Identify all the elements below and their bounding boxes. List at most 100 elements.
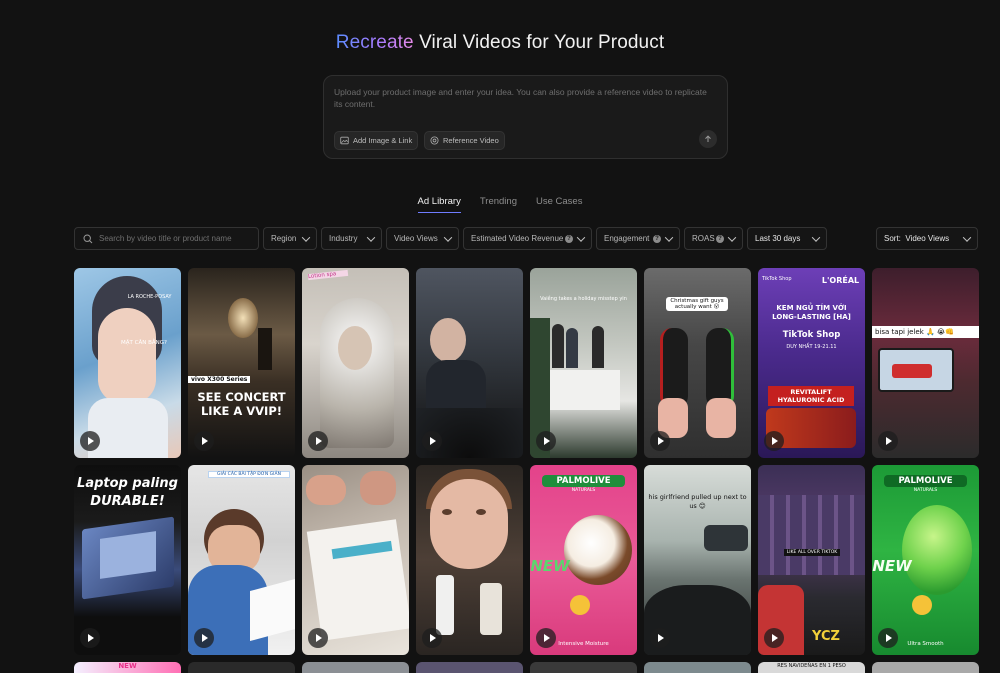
at-icon [430,136,439,145]
sub-text: NATURALS [571,488,596,493]
play-icon[interactable] [194,431,214,451]
tab-trending[interactable]: Trending [480,196,517,213]
play-icon[interactable] [764,431,784,451]
brand-text: LA ROCHE-POSAY [127,294,172,300]
video-views-dropdown[interactable]: Video Views [386,227,459,250]
info-icon[interactable]: ? [653,234,661,243]
info-icon[interactable]: ? [716,234,724,243]
estimated-revenue-dropdown[interactable]: Estimated Video Revenue? [463,227,592,250]
play-icon[interactable] [650,431,670,451]
reference-video-label: Reference Video [443,136,499,145]
search-icon [83,233,93,243]
industry-label: Industry [329,234,358,243]
chevron-down-icon [301,232,311,242]
image-icon [340,136,349,145]
video-card[interactable]: LIKE ALL OVER TIKTOK YCZ [758,465,865,655]
overlay-text: RES NAVIDEÑAS EN 1 PESO [777,663,846,669]
engagement-label: Engagement [604,234,650,243]
video-card[interactable]: his girlfriend pulled up next to us 😊 [644,465,751,655]
sort-text: Sort: Video Views [884,234,949,243]
play-icon[interactable] [422,431,442,451]
sort-dropdown[interactable]: Sort: Video Views [876,227,978,250]
send-button[interactable] [699,130,717,148]
video-card[interactable]: LA ROCHE-POSAY MẶT CÂN BẰNG? [74,268,181,458]
overlay-text: MẶT CÂN BẰNG? [121,340,167,346]
brand-text: PALMOLIVE [884,475,967,487]
industry-dropdown[interactable]: Industry [321,227,382,250]
overlay-text: SEE CONCERT LIKE A VVIP! [197,390,286,418]
video-card[interactable]: bisa tapi jelek 🙏 😭👊 [872,268,979,458]
chevron-down-icon [664,232,674,242]
play-icon[interactable] [536,431,556,451]
overlay-text: his girlfriend pulled up next to us 😊 [648,493,747,510]
video-card[interactable]: TikTok Shop L'ORÉAL KEM NGỦ TÍM VỚI LONG… [758,268,865,458]
search-placeholder: Search by video title or product name [99,234,232,243]
video-card-partial[interactable] [188,662,295,673]
play-icon[interactable] [878,431,898,451]
date-text: DUY NHẤT 19-21.11 [786,344,837,350]
video-card-partial[interactable] [530,662,637,673]
info-icon[interactable]: ? [565,234,573,243]
play-icon[interactable] [194,628,214,648]
video-card[interactable]: vivo X300 Series SEE CONCERT LIKE A VVIP… [188,268,295,458]
engagement-dropdown[interactable]: Engagement? [596,227,680,250]
video-card-partial[interactable] [872,662,979,673]
play-icon[interactable] [308,431,328,451]
play-icon[interactable] [422,628,442,648]
search-input[interactable]: Search by video title or product name [74,227,259,250]
add-image-label: Add Image & Link [353,136,413,145]
library-tabs: Ad Library Trending Use Cases [0,196,1000,213]
chevron-down-icon [366,232,376,242]
estimated-revenue-label: Estimated Video Revenue [471,234,564,243]
video-card-partial[interactable] [416,662,523,673]
chevron-down-icon [727,232,737,242]
play-icon[interactable] [878,628,898,648]
prompt-textarea[interactable]: Upload your product image and enter your… [334,86,714,110]
video-card[interactable]: Laptop paling DURABLE! [74,465,181,655]
video-card[interactable] [416,268,523,458]
video-card-partial[interactable] [644,662,751,673]
overlay-text: NEW [530,557,570,575]
chevron-down-icon [962,232,972,242]
video-card[interactable]: Lotion spa [302,268,409,458]
video-card[interactable] [416,465,523,655]
play-icon[interactable] [308,628,328,648]
video-card[interactable]: GIẢI CÁC BÀI TẬP ĐƠN GIẢN [188,465,295,655]
video-card[interactable]: Christmas gift guys actually want 😮 [644,268,751,458]
date-range-label: Last 30 days [755,234,801,243]
filter-bar: Search by video title or product name Re… [74,227,978,250]
sort-label: Sort: [884,234,901,243]
region-dropdown[interactable]: Region [263,227,317,250]
add-image-button[interactable]: Add Image & Link [334,131,419,150]
title-rest: Viral Videos for Your Product [413,32,665,53]
tab-ad-library[interactable]: Ad Library [417,196,461,213]
tab-use-cases[interactable]: Use Cases [536,196,582,213]
play-icon[interactable] [764,628,784,648]
video-card[interactable]: PALMOLIVE NATURALS NEW Ultra Smooth [872,465,979,655]
tiktok-shop-text: TikTok Shop [782,330,841,340]
video-card-partial[interactable]: RES NAVIDEÑAS EN 1 PESO [758,662,865,673]
prompt-input-box[interactable]: Upload your product image and enter your… [323,75,728,159]
play-icon[interactable] [536,628,556,648]
video-card[interactable]: PALMOLIVE NATURALS NEW Intensive Moistur… [530,465,637,655]
shop-badge: TikTok Shop [762,276,792,282]
video-card[interactable] [302,465,409,655]
roas-dropdown[interactable]: ROAS? [684,227,743,250]
play-icon[interactable] [650,628,670,648]
sort-value: Video Views [905,234,950,243]
video-card[interactable]: Vaiềng takes a holiday misstep yin [530,268,637,458]
chevron-down-icon [443,232,453,242]
reference-video-button[interactable]: Reference Video [424,131,505,150]
play-icon[interactable] [80,431,100,451]
overlay-text: Lotion spa [307,269,349,281]
date-range-dropdown[interactable]: Last 30 days [747,227,827,250]
video-views-label: Video Views [394,234,438,243]
region-label: Region [271,234,297,243]
video-card-partial[interactable]: NEW [74,662,181,673]
video-card-partial[interactable] [302,662,409,673]
play-icon[interactable] [80,628,100,648]
tag-text: vivo X300 Series [188,376,250,383]
chevron-down-icon [576,232,586,242]
overlay-text: NEW [118,662,137,670]
tag-text: YCZ [812,629,840,644]
